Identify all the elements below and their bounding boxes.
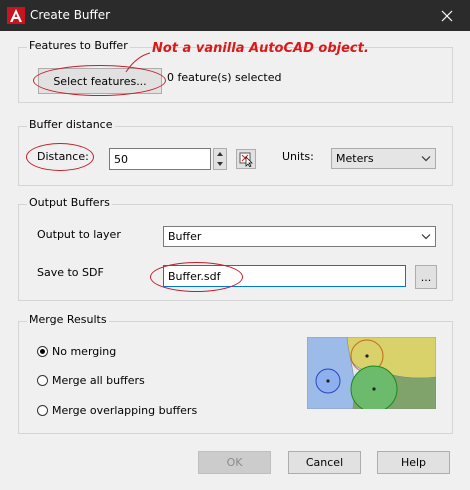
radio-no-merging-circle[interactable] (37, 346, 48, 357)
autocad-logo-icon (7, 7, 25, 24)
annotation-ellipse-select (33, 65, 166, 96)
features-group-label: Features to Buffer (27, 39, 130, 52)
close-button[interactable] (424, 0, 470, 31)
title-bar: Create Buffer (0, 0, 470, 31)
output-layer-label: Output to layer (37, 228, 121, 241)
radio-merge-overlapping-label: Merge overlapping buffers (52, 404, 198, 417)
radio-merge-all-label: Merge all buffers (52, 374, 145, 387)
close-icon (441, 10, 453, 21)
ok-button[interactable]: OK (198, 451, 271, 474)
merge-preview-image (307, 337, 436, 409)
cancel-label: Cancel (305, 456, 344, 469)
browse-button[interactable]: ... (415, 265, 437, 289)
chevron-down-icon (421, 155, 431, 161)
annotation-text: Not a vanilla AutoCAD object. (152, 41, 369, 56)
browse-label: ... (420, 270, 432, 284)
help-button[interactable]: Help (377, 451, 450, 474)
feature-count-text: 0 feature(s) selected (167, 71, 282, 84)
pick-cursor-icon (239, 152, 253, 167)
radio-merge-all-circle[interactable] (37, 375, 48, 386)
distance-spinner[interactable] (213, 148, 227, 170)
radio-merge-all[interactable]: Merge all buffers (37, 374, 145, 387)
output-layer-value: Buffer (168, 230, 202, 243)
units-select[interactable]: Meters (331, 148, 436, 169)
ok-label: OK (226, 456, 243, 469)
radio-no-merging-label: No merging (52, 345, 117, 358)
radio-merge-overlapping-circle[interactable] (37, 405, 48, 416)
annotation-ellipse-distance (26, 143, 94, 171)
merge-results-group-label: Merge Results (27, 313, 109, 326)
output-buffers-group-label: Output Buffers (27, 196, 112, 209)
save-sdf-label: Save to SDF (37, 266, 104, 279)
pick-distance-button[interactable] (236, 149, 256, 169)
units-value: Meters (336, 152, 374, 165)
distance-value: 50 (114, 152, 128, 166)
spinner-up-icon[interactable] (214, 149, 226, 159)
cancel-button[interactable]: Cancel (288, 451, 361, 474)
annotation-ellipse-sdf (150, 262, 243, 292)
chevron-down-icon (421, 233, 431, 239)
units-label: Units: (282, 150, 314, 163)
output-layer-select[interactable]: Buffer (163, 226, 436, 247)
radio-merge-overlapping[interactable]: Merge overlapping buffers (37, 404, 197, 417)
distance-input[interactable]: 50 (109, 148, 211, 170)
buffer-distance-group-label: Buffer distance (27, 118, 115, 131)
spinner-down-icon[interactable] (214, 159, 226, 169)
radio-no-merging[interactable]: No merging (37, 345, 116, 358)
window-title: Create Buffer (30, 8, 111, 22)
help-label: Help (400, 456, 427, 469)
